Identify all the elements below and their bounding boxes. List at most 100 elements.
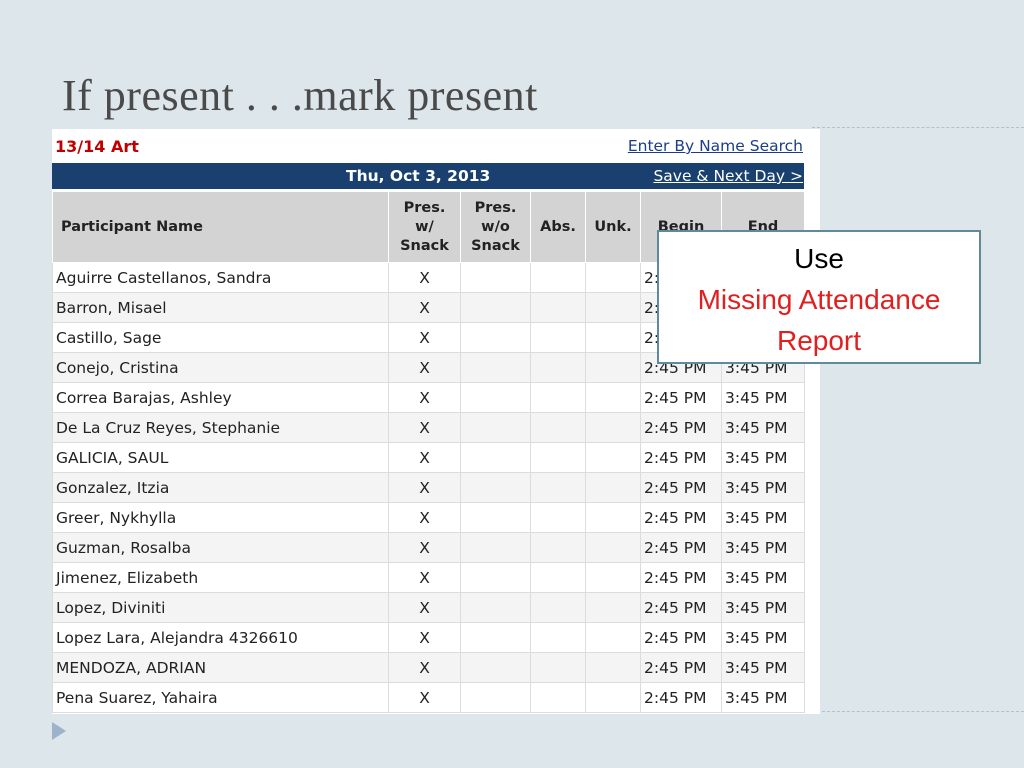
end-time: 3:45 PM bbox=[721, 502, 805, 533]
present-without-snack-cell[interactable] bbox=[460, 352, 531, 383]
present-without-snack-cell[interactable] bbox=[460, 442, 531, 473]
end-time: 3:45 PM bbox=[721, 622, 805, 653]
present-without-snack-cell[interactable] bbox=[460, 292, 531, 323]
absent-cell[interactable] bbox=[530, 562, 586, 593]
absent-cell[interactable] bbox=[530, 502, 586, 533]
present-with-snack-cell[interactable]: X bbox=[388, 292, 461, 323]
unknown-cell[interactable] bbox=[585, 322, 641, 353]
absent-cell[interactable] bbox=[530, 352, 586, 383]
absent-cell[interactable] bbox=[530, 262, 586, 293]
present-without-snack-cell[interactable] bbox=[460, 592, 531, 623]
begin-time: 2:45 PM bbox=[640, 412, 722, 443]
table-row: Lopez, Diviniti X 2:45 PM 3:45 PM bbox=[52, 592, 805, 623]
header-label: w/o bbox=[481, 218, 510, 235]
present-without-snack-cell[interactable] bbox=[460, 412, 531, 443]
absent-cell[interactable] bbox=[530, 622, 586, 653]
participant-name: Gonzalez, Itzia bbox=[52, 472, 389, 503]
present-with-snack-cell[interactable]: X bbox=[388, 412, 461, 443]
participant-name: Aguirre Castellanos, Sandra bbox=[52, 262, 389, 293]
present-without-snack-cell[interactable] bbox=[460, 322, 531, 353]
unknown-cell[interactable] bbox=[585, 262, 641, 293]
unknown-cell[interactable] bbox=[585, 592, 641, 623]
present-with-snack-cell[interactable]: X bbox=[388, 382, 461, 413]
end-time: 3:45 PM bbox=[721, 652, 805, 683]
participant-name: GALICIA, SAUL bbox=[52, 442, 389, 473]
unknown-cell[interactable] bbox=[585, 532, 641, 563]
attendance-panel: 13/14 Art Enter By Name Search Thu, Oct … bbox=[52, 129, 820, 714]
absent-cell[interactable] bbox=[530, 532, 586, 563]
callout-report-name-line1: Missing Attendance bbox=[697, 284, 941, 315]
absent-cell[interactable] bbox=[530, 412, 586, 443]
present-with-snack-cell[interactable]: X bbox=[388, 532, 461, 563]
end-time: 3:45 PM bbox=[721, 442, 805, 473]
unknown-cell[interactable] bbox=[585, 682, 641, 713]
present-with-snack-cell[interactable]: X bbox=[388, 592, 461, 623]
table-row: Guzman, Rosalba X 2:45 PM 3:45 PM bbox=[52, 532, 805, 563]
header-label: Unk. bbox=[594, 218, 632, 235]
unknown-cell[interactable] bbox=[585, 412, 641, 443]
participant-name: Lopez Lara, Alejandra 4326610 bbox=[52, 622, 389, 653]
present-without-snack-cell[interactable] bbox=[460, 562, 531, 593]
absent-cell[interactable] bbox=[530, 682, 586, 713]
begin-time: 2:45 PM bbox=[640, 682, 722, 713]
header-label: Participant Name bbox=[61, 218, 203, 235]
present-without-snack-header: Pres. w/o Snack bbox=[460, 191, 531, 263]
absent-cell[interactable] bbox=[530, 442, 586, 473]
present-with-snack-cell[interactable]: X bbox=[388, 442, 461, 473]
table-row: GALICIA, SAUL X 2:45 PM 3:45 PM bbox=[52, 442, 805, 473]
present-with-snack-cell[interactable]: X bbox=[388, 652, 461, 683]
present-without-snack-cell[interactable] bbox=[460, 682, 531, 713]
begin-time: 2:45 PM bbox=[640, 442, 722, 473]
unknown-cell[interactable] bbox=[585, 472, 641, 503]
attendance-date: Thu, Oct 3, 2013 bbox=[346, 167, 491, 185]
participant-name: Lopez, Diviniti bbox=[52, 592, 389, 623]
unknown-cell[interactable] bbox=[585, 352, 641, 383]
unknown-cell[interactable] bbox=[585, 292, 641, 323]
present-without-snack-cell[interactable] bbox=[460, 622, 531, 653]
present-with-snack-cell[interactable]: X bbox=[388, 622, 461, 653]
participant-name-header: Participant Name bbox=[52, 191, 389, 263]
present-with-snack-cell[interactable]: X bbox=[388, 502, 461, 533]
participant-name: Conejo, Cristina bbox=[52, 352, 389, 383]
present-without-snack-cell[interactable] bbox=[460, 382, 531, 413]
present-without-snack-cell[interactable] bbox=[460, 532, 531, 563]
begin-time: 2:45 PM bbox=[640, 592, 722, 623]
present-with-snack-cell[interactable]: X bbox=[388, 262, 461, 293]
present-with-snack-cell[interactable]: X bbox=[388, 352, 461, 383]
unknown-cell[interactable] bbox=[585, 502, 641, 533]
participant-name: Pena Suarez, Yahaira bbox=[52, 682, 389, 713]
present-without-snack-cell[interactable] bbox=[460, 502, 531, 533]
absent-cell[interactable] bbox=[530, 382, 586, 413]
header-label: Pres. bbox=[403, 199, 446, 216]
absent-cell[interactable] bbox=[530, 592, 586, 623]
end-time: 3:45 PM bbox=[721, 562, 805, 593]
begin-time: 2:45 PM bbox=[640, 502, 722, 533]
unknown-cell[interactable] bbox=[585, 562, 641, 593]
save-next-day-link[interactable]: Save & Next Day > bbox=[653, 167, 803, 185]
unknown-cell[interactable] bbox=[585, 382, 641, 413]
absent-cell[interactable] bbox=[530, 292, 586, 323]
table-row: MENDOZA, ADRIAN X 2:45 PM 3:45 PM bbox=[52, 652, 805, 683]
present-without-snack-cell[interactable] bbox=[460, 262, 531, 293]
begin-time: 2:45 PM bbox=[640, 652, 722, 683]
absent-cell[interactable] bbox=[530, 652, 586, 683]
present-with-snack-cell[interactable]: X bbox=[388, 562, 461, 593]
present-with-snack-cell[interactable]: X bbox=[388, 322, 461, 353]
enter-by-name-search-link[interactable]: Enter By Name Search bbox=[628, 137, 803, 155]
unknown-cell[interactable] bbox=[585, 622, 641, 653]
present-without-snack-cell[interactable] bbox=[460, 652, 531, 683]
date-bar: Thu, Oct 3, 2013 Save & Next Day > bbox=[52, 163, 804, 189]
unknown-cell[interactable] bbox=[585, 652, 641, 683]
table-row: De La Cruz Reyes, Stephanie X 2:45 PM 3:45 … bbox=[52, 412, 805, 443]
absent-cell[interactable] bbox=[530, 322, 586, 353]
missing-attendance-callout: Use Missing Attendance Report bbox=[657, 230, 981, 364]
present-without-snack-cell[interactable] bbox=[460, 472, 531, 503]
unknown-cell[interactable] bbox=[585, 442, 641, 473]
table-row: Lopez Lara, Alejandra 4326610 X 2:45 PM 3:4… bbox=[52, 622, 805, 653]
present-with-snack-cell[interactable]: X bbox=[388, 472, 461, 503]
table-row: Correa Barajas, Ashley X 2:45 PM 3:45 PM bbox=[52, 382, 805, 413]
present-with-snack-cell[interactable]: X bbox=[388, 682, 461, 713]
callout-report-name-line2: Report bbox=[776, 325, 862, 356]
absent-cell[interactable] bbox=[530, 472, 586, 503]
end-time: 3:45 PM bbox=[721, 592, 805, 623]
